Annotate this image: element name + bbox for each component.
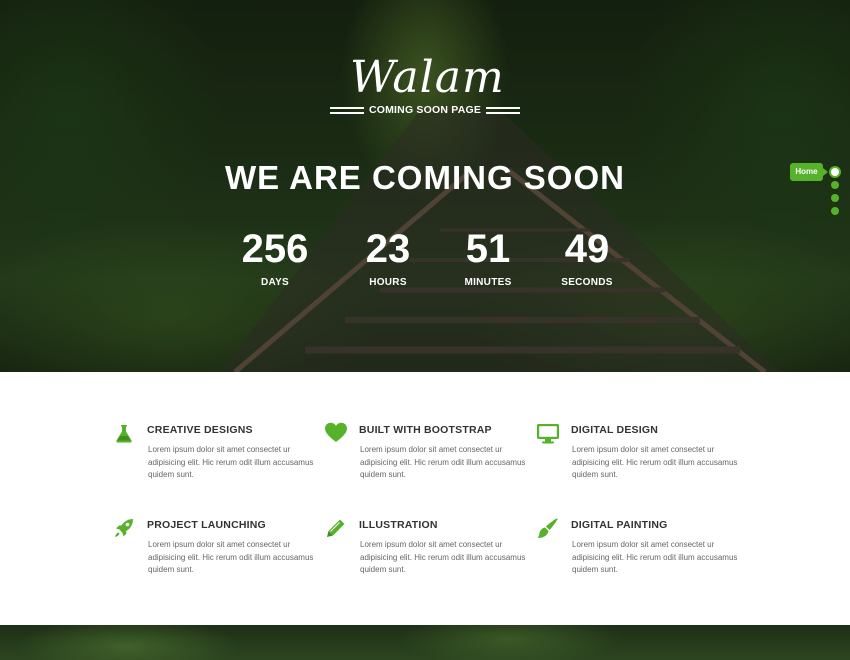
hero-section: Walam COMING SOON PAGE WE ARE COMING SOO…: [0, 0, 850, 372]
feature-title: DIGITAL DESIGN: [571, 424, 658, 436]
countdown-label: MINUTES: [464, 277, 512, 288]
feature-description: Lorem ipsum dolor sit amet consectet ur …: [572, 445, 738, 479]
logo-subtitle-row: COMING SOON PAGE: [329, 104, 521, 116]
feature-description: Lorem ipsum dolor sit amet consectet ur …: [148, 445, 314, 479]
feature-digital-painting: DIGITAL PAINTING Lorem ipsum dolor sit a…: [537, 517, 737, 587]
countdown-value: 49: [564, 227, 610, 271]
pencil-icon: [327, 519, 345, 537]
countdown-value: 51: [465, 227, 511, 271]
feature-description: Lorem ipsum dolor sit amet consectet ur …: [360, 445, 526, 479]
monitor-icon: [537, 424, 559, 444]
dot-nav-tooltip: Home: [790, 163, 828, 181]
dot-nav-item-3[interactable]: [831, 194, 839, 202]
feature-description: Lorem ipsum dolor sit amet consectet ur …: [360, 540, 526, 574]
section-dot-navigation: Home: [790, 163, 846, 219]
site-logo[interactable]: Walam COMING SOON PAGE: [329, 52, 521, 122]
feature-title: ILLUSTRATION: [359, 519, 438, 531]
feature-title: PROJECT LAUNCHING: [147, 519, 266, 531]
feature-digital-design: DIGITAL DESIGN Lorem ipsum dolor sit ame…: [537, 422, 737, 492]
heart-icon: [325, 422, 347, 442]
rocket-icon: [115, 519, 133, 537]
countdown-days: 256 DAYS: [220, 228, 330, 288]
countdown-seconds: 49 SECONDS: [532, 228, 642, 288]
feature-description: Lorem ipsum dolor sit amet consectet ur …: [572, 540, 738, 574]
dot-nav-item-2[interactable]: [831, 181, 839, 189]
feature-title: BUILT WITH BOOTSTRAP: [359, 424, 492, 436]
hero-headline: WE ARE COMING SOON: [225, 159, 625, 196]
feature-built-with-bootstrap: BUILT WITH BOOTSTRAP Lorem ipsum dolor s…: [325, 422, 525, 492]
logo-left-bars: [329, 106, 364, 114]
dot-nav-item-4[interactable]: [831, 207, 839, 215]
paintbrush-icon: [537, 518, 558, 538]
dot-nav-item-home[interactable]: [831, 168, 839, 176]
countdown-label: HOURS: [369, 277, 407, 288]
countdown-hours: 23 HOURS: [333, 228, 443, 288]
logo-right-bars: [486, 106, 521, 114]
features-section: CREATIVE DESIGNS Lorem ipsum dolor sit a…: [0, 372, 850, 625]
footer-forest-background: [0, 625, 850, 660]
countdown-value: 256: [241, 227, 309, 271]
feature-description: Lorem ipsum dolor sit amet consectet ur …: [148, 540, 314, 574]
feature-creative-designs: CREATIVE DESIGNS Lorem ipsum dolor sit a…: [113, 422, 313, 492]
feature-project-launching: PROJECT LAUNCHING Lorem ipsum dolor sit …: [113, 517, 313, 587]
countdown-minutes: 51 MINUTES: [433, 228, 543, 288]
feature-title: CREATIVE DESIGNS: [147, 424, 253, 436]
countdown-value: 23: [365, 227, 411, 271]
feature-illustration: ILLUSTRATION Lorem ipsum dolor sit amet …: [325, 517, 525, 587]
countdown-label: DAYS: [260, 277, 290, 288]
flask-icon: [116, 425, 132, 443]
feature-title: DIGITAL PAINTING: [571, 519, 668, 531]
countdown-timer: 256 DAYS 23 HOURS 51 MINUTES 49 SECONDS: [0, 228, 850, 298]
countdown-label: SECONDS: [561, 277, 613, 288]
logo-subtitle: COMING SOON PAGE: [368, 104, 482, 116]
logo-script-text: Walam: [350, 52, 505, 103]
